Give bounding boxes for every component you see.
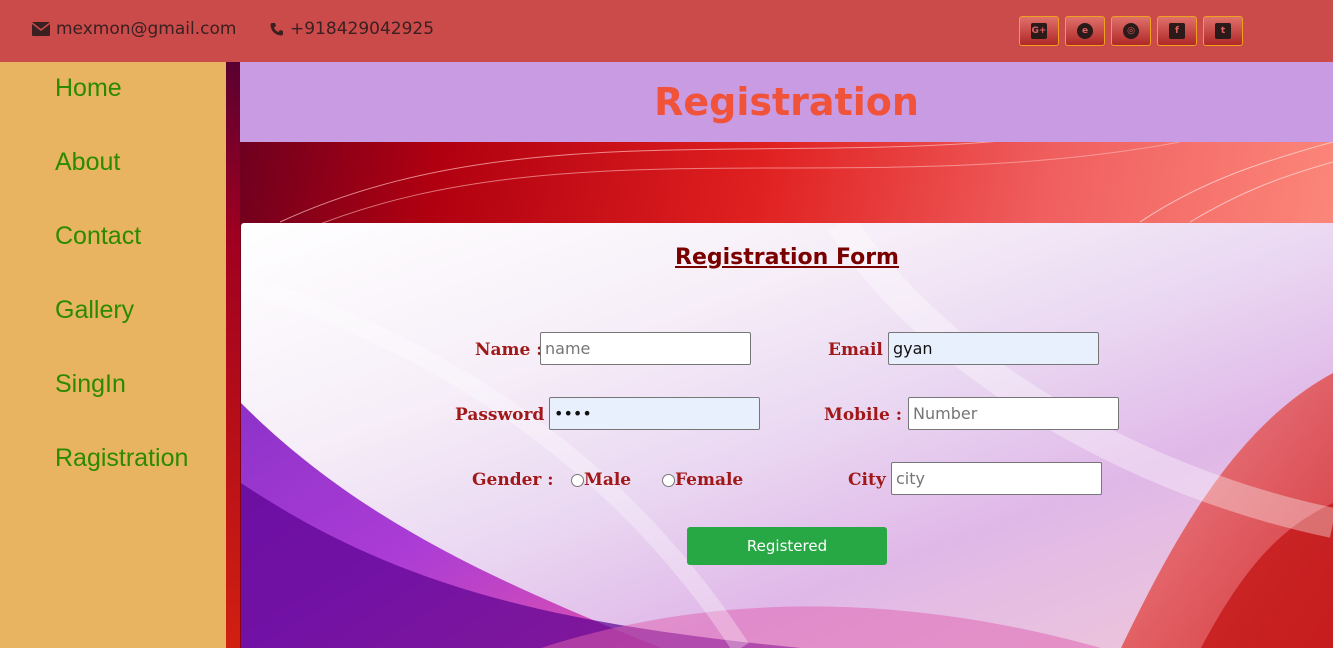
gender-option-male[interactable]: Male <box>571 470 631 490</box>
main-content: Registration Registration Form Name: na… <box>240 62 1333 648</box>
twitter-button[interactable]: t <box>1203 16 1243 46</box>
name-label: Name : <box>475 340 543 360</box>
city-input[interactable] <box>891 462 1102 495</box>
chrome-button[interactable]: ◎ <box>1111 16 1151 46</box>
female-radio[interactable] <box>662 473 675 487</box>
google-plus-icon: G+ <box>1031 23 1047 39</box>
email-label: Email : <box>828 340 896 360</box>
female-label: Female <box>675 470 744 490</box>
phone-text: +918429042925 <box>290 19 435 39</box>
name-input[interactable] <box>540 332 751 365</box>
page-title: Registration <box>654 80 919 124</box>
password-input[interactable] <box>549 397 760 430</box>
sidebar-item-registration[interactable]: Ragistration <box>55 444 188 473</box>
twitter-icon: t <box>1215 23 1231 39</box>
mobile-input[interactable] <box>908 397 1119 430</box>
internet-explorer-icon: e <box>1077 23 1093 39</box>
facebook-button[interactable]: f <box>1157 16 1197 46</box>
chrome-icon: ◎ <box>1123 23 1139 39</box>
google-plus-button[interactable]: G+ <box>1019 16 1059 46</box>
contact-phone: +918429042925 <box>270 19 434 39</box>
top-bar: mexmon@gmail.com +918429042925 G+ e ◎ f … <box>0 0 1333 62</box>
divider-strip <box>226 62 240 648</box>
page-header: Registration <box>240 62 1333 142</box>
male-label: Male <box>584 470 632 490</box>
contact-email: mexmon@gmail.com <box>32 19 236 39</box>
register-button[interactable]: Registered <box>687 527 887 565</box>
social-links: G+ e ◎ f t <box>1019 16 1243 46</box>
card-background-art <box>241 223 1333 648</box>
mobile-label: Mobile : <box>824 405 902 425</box>
password-label: Password : <box>455 405 557 425</box>
gender-option-female[interactable]: Female <box>662 470 743 490</box>
envelope-icon <box>32 22 50 36</box>
sidebar-item-gallery[interactable]: Gallery <box>55 296 134 325</box>
sidebar-item-signin[interactable]: SingIn <box>55 370 126 399</box>
email-text: mexmon@gmail.com <box>56 19 237 39</box>
phone-icon <box>270 22 284 36</box>
male-radio[interactable] <box>571 473 584 487</box>
sidebar-item-home[interactable]: Home <box>55 74 122 103</box>
facebook-icon: f <box>1169 23 1185 39</box>
registration-card: Registration Form Name : Email : Passwor… <box>241 223 1333 648</box>
sidebar-item-contact[interactable]: Contact <box>55 222 141 251</box>
gender-label: Gender : <box>472 470 554 490</box>
internet-explorer-button[interactable]: e <box>1065 16 1105 46</box>
email-input[interactable] <box>888 332 1099 365</box>
sidebar-item-about[interactable]: About <box>55 148 120 177</box>
form-title: Registration Form <box>675 245 899 270</box>
sidebar: Home About Contact Gallery SingIn Ragist… <box>0 62 226 648</box>
